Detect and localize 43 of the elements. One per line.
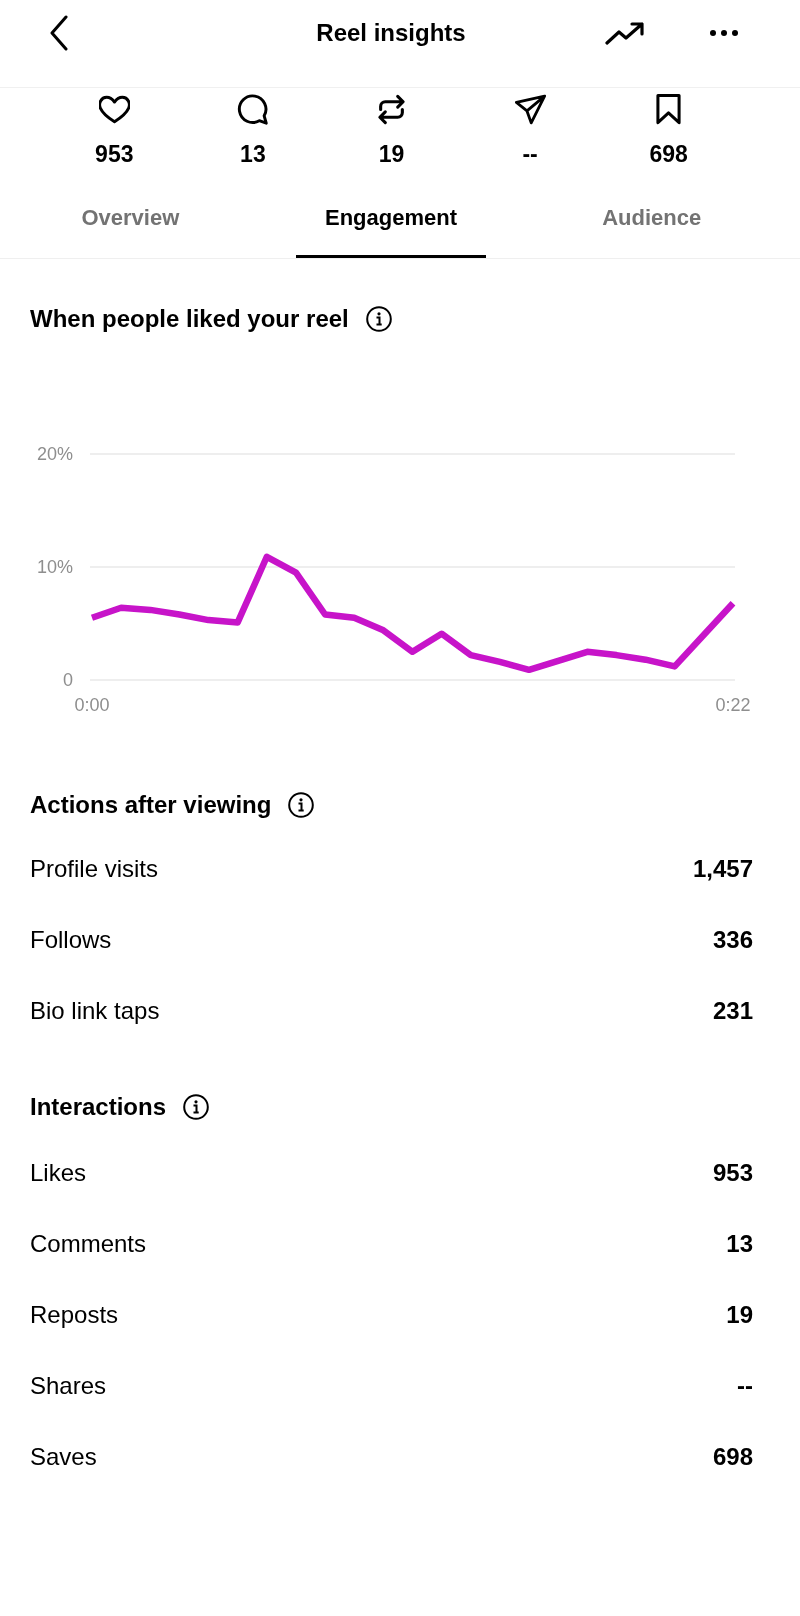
trend-arrow-icon[interactable] — [605, 20, 645, 45]
info-icon[interactable] — [365, 306, 392, 332]
metric-label: Reposts — [30, 1300, 119, 1329]
x-axis-label: 0:22 — [715, 695, 751, 715]
metric-value: 231 — [712, 996, 753, 1025]
metric-label: Bio link taps — [30, 996, 160, 1025]
metric-label: Comments — [30, 1229, 147, 1258]
metric-value: 19 — [726, 1300, 753, 1329]
metric-value: 698 — [712, 1442, 753, 1471]
more-icon[interactable] — [710, 29, 738, 36]
y-axis-label: 20% — [36, 444, 73, 464]
info-icon[interactable] — [288, 792, 315, 818]
tab[interactable]: Engagement — [296, 167, 486, 258]
section-title: Actions after viewing — [30, 791, 272, 819]
comment-icon — [237, 94, 269, 125]
heart-icon — [98, 94, 130, 125]
stat-count: 953 — [95, 141, 134, 167]
metric-label: Profile visits — [30, 854, 159, 883]
chart-title: When people liked your reel — [30, 305, 349, 333]
back-icon[interactable] — [49, 14, 69, 51]
metric-label: Follows — [30, 925, 112, 954]
tab[interactable]: Overview — [35, 167, 226, 258]
screen-title: Reel insights — [316, 17, 466, 48]
repost-icon — [376, 94, 407, 125]
metric-value: 13 — [726, 1229, 753, 1258]
metric-label: Likes — [30, 1158, 87, 1187]
stat-count: 19 — [378, 141, 405, 167]
metric-value: -- — [737, 1371, 753, 1400]
section-title: Interactions — [30, 1093, 167, 1121]
x-axis-label: 0:00 — [74, 695, 110, 715]
metric-value: 953 — [712, 1158, 753, 1187]
y-axis-label: 10% — [36, 557, 73, 577]
y-axis-label: 0 — [63, 670, 73, 690]
metric-label: Shares — [30, 1371, 107, 1400]
tab[interactable]: Audience — [556, 167, 747, 258]
stat-count: 698 — [649, 141, 688, 167]
paper-plane-icon — [514, 94, 546, 125]
metric-label: Saves — [30, 1442, 97, 1471]
stat-count: -- — [522, 141, 538, 167]
metric-value: 1,457 — [692, 854, 753, 883]
stat-count: 13 — [240, 141, 266, 167]
metric-value: 336 — [712, 925, 753, 954]
info-icon[interactable] — [183, 1094, 210, 1120]
